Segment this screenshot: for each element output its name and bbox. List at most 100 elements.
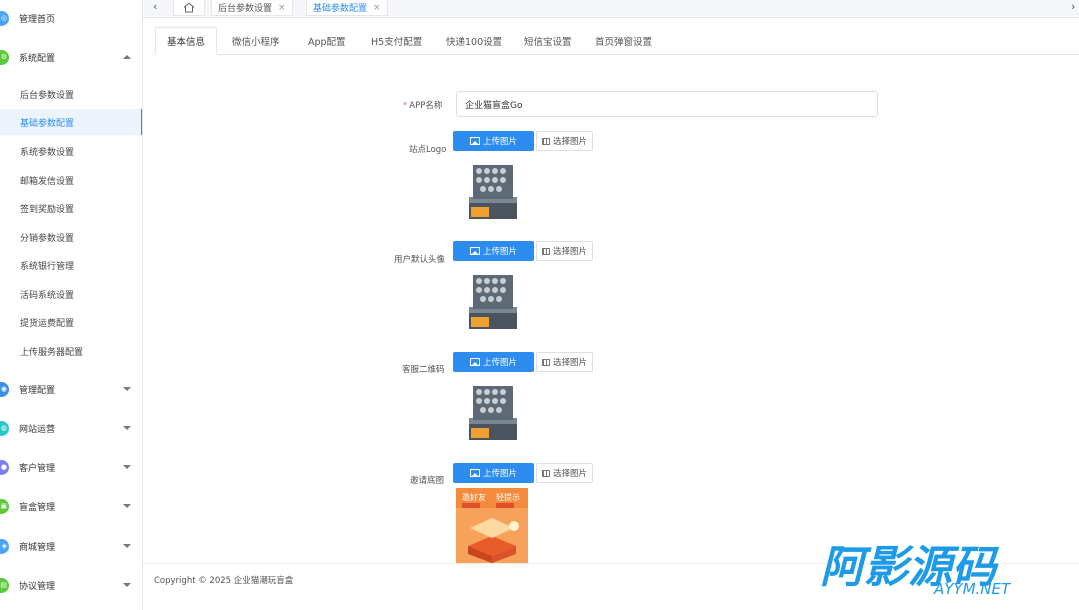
sidebar: ◎ 管理首页 ⚙ 系统配置 后台参数设置 基础参数配置 系统参数设置 邮箱发信设…	[0, 0, 143, 610]
grid-icon	[541, 469, 550, 477]
tab-backend-params[interactable]: 后台参数设置 ×	[211, 0, 293, 16]
tab-h5-pay[interactable]: H5支付配置	[371, 27, 422, 55]
sidebar-subitem-active[interactable]: 基础参数配置	[0, 109, 142, 135]
poster-text-right: 轻提示	[496, 492, 520, 502]
sidebar-item-label: 管理配置	[19, 385, 56, 396]
logo-thumbnail	[469, 165, 517, 219]
sidebar-subitem-label: 提货运费配置	[20, 318, 75, 329]
sidebar-subitem-label: 系统银行管理	[20, 261, 75, 272]
user-icon: ●	[0, 459, 9, 475]
required-mark: *	[403, 101, 408, 111]
watermark-logo: 阿影源码 AYYM.NET	[820, 542, 1012, 598]
app-name-label: * APP名称	[403, 99, 442, 111]
button-label: 上传图片	[482, 247, 517, 257]
sidebar-subitem-label: 邮箱发信设置	[20, 176, 75, 187]
chevron-left-icon[interactable]: ‹	[153, 0, 157, 14]
sidebar-subitem-label: 基础参数配置	[20, 118, 75, 129]
sidebar-item-protocol[interactable]: ▤ 协议管理	[0, 573, 142, 597]
tab-home-popup[interactable]: 首页弹窗设置	[595, 27, 652, 55]
tab-basic-params[interactable]: 基础参数配置 ×	[306, 0, 388, 16]
chevron-up-icon	[123, 55, 131, 59]
image-icon	[469, 358, 480, 366]
grid-icon	[541, 358, 550, 366]
upload-logo-button[interactable]: 上传图片	[453, 131, 534, 151]
house-icon	[183, 2, 195, 13]
chevron-down-icon	[123, 387, 131, 391]
image-icon	[469, 247, 480, 255]
sidebar-item-customers[interactable]: ● 客户管理	[0, 455, 142, 479]
shop-icon: ◈	[0, 538, 9, 554]
form-tabs: 基本信息 微信小程序 App配置 H5支付配置 快递100设置 短信宝设置 首页…	[155, 27, 1079, 55]
sidebar-subitem[interactable]: 系统参数设置	[0, 138, 142, 164]
home-tab[interactable]	[173, 0, 205, 16]
image-icon	[469, 137, 480, 145]
sidebar-subitem[interactable]: 签到奖励设置	[0, 195, 142, 221]
grid-icon	[541, 137, 550, 145]
select-avatar-button[interactable]: 选择图片	[536, 241, 593, 261]
sidebar-subitem[interactable]: 后台参数设置	[0, 81, 142, 107]
upload-qrcode-button[interactable]: 上传图片	[453, 352, 534, 372]
default-avatar-label: 用户默认头像	[394, 255, 446, 265]
chevron-down-icon	[123, 465, 131, 469]
sidebar-subitem[interactable]: 提货运费配置	[0, 309, 142, 335]
sidebar-subitem[interactable]: 分销参数设置	[0, 224, 142, 250]
sidebar-subitem-label: 上传服务器配置	[20, 347, 84, 358]
image-icon	[469, 469, 480, 477]
sidebar-subitem[interactable]: 上传服务器配置	[0, 338, 142, 364]
sidebar-subitem[interactable]: 系统银行管理	[0, 252, 142, 278]
sidebar-item-label: 系统配置	[19, 53, 56, 64]
button-label: 上传图片	[482, 137, 517, 147]
grid-icon	[541, 247, 550, 255]
settings-icon: ⚙	[0, 49, 9, 65]
sidebar-item-manage-config[interactable]: ◉ 管理配置	[0, 377, 142, 401]
watermark-url: AYYM.NET	[933, 580, 1012, 598]
sidebar-item-blindbox[interactable]: ▣ 盲盒管理	[0, 494, 142, 518]
sidebar-item-label: 盲盒管理	[19, 502, 56, 513]
tab-wechat-miniapp[interactable]: 微信小程序	[232, 27, 280, 55]
chevron-right-icon[interactable]: ›	[1071, 0, 1075, 14]
button-label: 选择图片	[552, 358, 587, 368]
sidebar-subitem[interactable]: 邮箱发信设置	[0, 167, 142, 193]
tab-kuaidi100[interactable]: 快递100设置	[446, 27, 502, 55]
tab-basic-info[interactable]: 基本信息	[155, 27, 218, 55]
sidebar-subitem[interactable]: 活码系统设置	[0, 281, 142, 307]
sidebar-subitem-label: 系统参数设置	[20, 147, 75, 158]
chevron-down-icon	[123, 504, 131, 508]
close-icon[interactable]: ×	[373, 3, 381, 13]
select-logo-button[interactable]: 选择图片	[536, 131, 593, 151]
tab-sms[interactable]: 短信宝设置	[524, 27, 572, 55]
avatar-thumbnail	[469, 275, 517, 329]
select-qrcode-button[interactable]: 选择图片	[536, 352, 593, 372]
sidebar-item-home[interactable]: ◎ 管理首页	[0, 6, 142, 30]
input-value: 企业猫盲盒Go	[465, 100, 523, 111]
sidebar-item-label: 管理首页	[19, 14, 56, 25]
invite-poster-label: 邀请底图	[410, 476, 445, 486]
qrcode-thumbnail	[469, 386, 517, 440]
chevron-down-icon	[123, 583, 131, 587]
upload-avatar-button[interactable]: 上传图片	[453, 241, 534, 261]
sidebar-item-label: 客户管理	[19, 463, 56, 474]
app-name-input[interactable]: 企业猫盲盒Go	[456, 91, 878, 117]
service-qrcode-label: 客服二维码	[402, 365, 445, 375]
sidebar-subitem-label: 签到奖励设置	[20, 204, 75, 215]
button-label: 选择图片	[552, 137, 587, 147]
upload-poster-button[interactable]: 上传图片	[453, 463, 534, 483]
select-poster-button[interactable]: 选择图片	[536, 463, 593, 483]
manage-icon: ◉	[0, 381, 9, 397]
button-label: 上传图片	[482, 358, 517, 368]
poster-thumbnail: 邀好友 轻提示	[456, 488, 528, 563]
sidebar-item-mall[interactable]: ◈ 商城管理	[0, 534, 142, 558]
sidebar-item-label: 协议管理	[19, 581, 56, 592]
site-logo-label: 站点Logo	[409, 145, 447, 155]
button-label: 选择图片	[552, 469, 587, 479]
home-icon: ◎	[0, 10, 9, 26]
copyright-text: Copyright © 2025 企业猫潮玩盲盒	[154, 576, 294, 586]
sidebar-item-system-config[interactable]: ⚙ 系统配置	[0, 45, 142, 69]
sidebar-item-label: 商城管理	[19, 542, 56, 553]
close-icon[interactable]: ×	[278, 3, 286, 13]
tab-app-config[interactable]: App配置	[308, 27, 346, 55]
sidebar-item-site-ops[interactable]: ◍ 网站运营	[0, 416, 142, 440]
box-icon: ▣	[0, 498, 9, 514]
chevron-down-icon	[123, 426, 131, 430]
sidebar-subitem-label: 活码系统设置	[20, 290, 75, 301]
